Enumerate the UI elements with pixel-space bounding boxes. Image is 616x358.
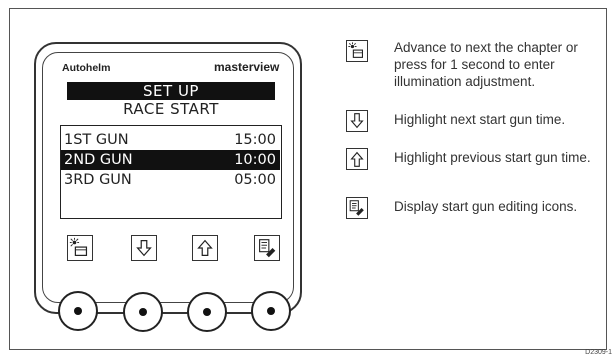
gun-name: 2ND GUN (64, 152, 133, 168)
arrow-down-icon[interactable] (131, 235, 157, 261)
gun-row-1[interactable]: 1ST GUN 15:00 (61, 130, 280, 150)
figure-code: D2309-1 (585, 349, 612, 356)
lcd-screen: SET UP RACE START 1ST GUN 15:00 2ND GUN … (60, 82, 282, 272)
knob-1[interactable] (58, 291, 98, 331)
gun-time: 15:00 (234, 132, 276, 148)
gun-row-3[interactable]: 3RD GUN 05:00 (61, 170, 280, 190)
arrow-up-icon (346, 148, 368, 170)
brand-label: Autohelm (62, 62, 111, 74)
knob-3[interactable] (187, 292, 227, 332)
gun-name: 3RD GUN (64, 172, 132, 188)
legend-text: Highlight next start gun time. (394, 112, 566, 127)
legend-text: Display start gun editing icons. (394, 199, 578, 214)
gun-name: 1ST GUN (64, 132, 129, 148)
arrow-down-icon (346, 110, 368, 132)
arrow-up-icon[interactable] (192, 235, 218, 261)
screen-subtitle: RACE START (123, 100, 219, 118)
edit-pen-icon (346, 197, 368, 219)
gun-time: 10:00 (234, 152, 276, 168)
illumination-chapter-icon (346, 40, 368, 62)
model-label: masterview (214, 60, 280, 74)
screen-title: SET UP (67, 82, 275, 100)
knob-4[interactable] (251, 291, 291, 331)
legend-text: Highlight previous start gun time. (394, 150, 591, 165)
gun-time: 05:00 (234, 172, 276, 188)
edit-pen-icon[interactable] (254, 235, 280, 261)
gun-list: 1ST GUN 15:00 2ND GUN 10:00 3RD GUN 05:0… (60, 125, 282, 219)
gun-row-2[interactable]: 2ND GUN 10:00 (61, 150, 280, 170)
knob-2[interactable] (123, 292, 163, 332)
illumination-chapter-icon[interactable] (67, 235, 93, 261)
legend-text: Advance to next the chapter or press for… (394, 40, 578, 89)
